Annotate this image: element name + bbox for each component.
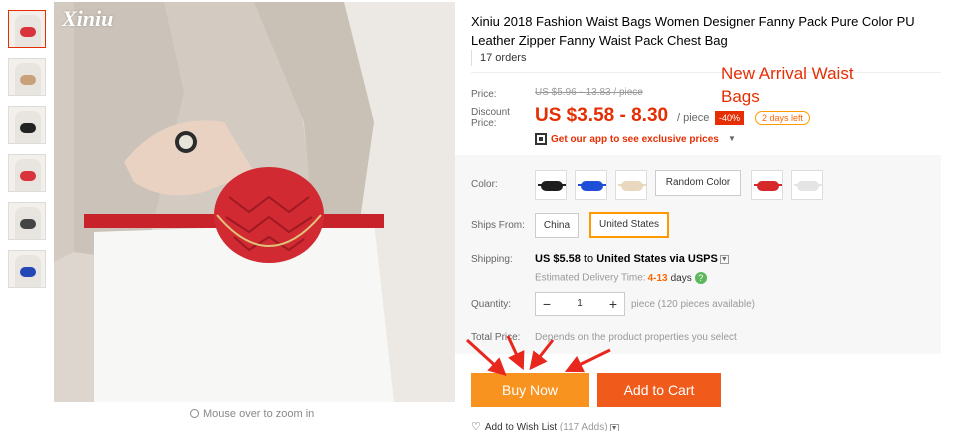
swatch-bag	[797, 181, 819, 191]
wish-list-label: Add to Wish List	[484, 422, 558, 431]
quantity-input[interactable]: 1	[558, 293, 602, 315]
shipping-to: to	[583, 253, 594, 265]
wish-list-link[interactable]: ♡ Add to Wish List (117 Adds) ▼	[471, 420, 619, 431]
swatch-bag	[757, 181, 779, 191]
wish-count: (117 Adds)	[559, 422, 608, 431]
color-label: Color:	[471, 179, 498, 190]
chevron-down-icon[interactable]: ▼	[728, 134, 736, 143]
thumbnail-2[interactable]	[8, 58, 46, 96]
qr-code-icon	[535, 133, 547, 145]
delivery-unit: days	[670, 272, 692, 284]
color-option-beige[interactable]	[615, 170, 647, 200]
decrease-quantity-button[interactable]: −	[536, 293, 558, 315]
promo-annotation: New Arrival Waist Bags	[721, 64, 854, 106]
shipping-dropdown-icon[interactable]: ▼	[719, 254, 729, 264]
color-option-white[interactable]	[791, 170, 823, 200]
brand-watermark: Xiniu	[62, 6, 114, 31]
days-left-badge: 2 days left	[755, 111, 811, 125]
shipping-destination: United States via USPS	[596, 253, 718, 265]
product-photo	[54, 2, 455, 402]
color-option-black[interactable]	[535, 170, 567, 200]
quantity-label: Quantity:	[471, 299, 512, 310]
thumbnail-bag	[20, 27, 36, 37]
shipping-info: US $5.58 to United States via USPS ▼	[535, 253, 729, 265]
order-count[interactable]: 17 orders	[471, 50, 526, 66]
discount-label: Discount	[471, 107, 510, 118]
price-unit: / piece	[677, 112, 710, 124]
main-product-image[interactable]: Xiniu	[54, 2, 455, 402]
delivery-label: Estimated Delivery Time:	[535, 272, 646, 284]
quantity-stepper: − 1 +	[535, 292, 625, 316]
discount-badge: -40%	[715, 111, 745, 125]
color-option-blue[interactable]	[575, 170, 607, 200]
price-label: Price:	[471, 89, 497, 100]
chevron-down-icon[interactable]: ▼	[609, 424, 619, 431]
pieces-available: piece (120 pieces available)	[631, 299, 755, 310]
thumbnail-bag	[20, 75, 36, 85]
thumbnail-list	[8, 10, 46, 298]
thumbnail-6[interactable]	[8, 250, 46, 288]
delivery-range: 4-13	[647, 272, 668, 284]
shipping-label: Shipping:	[471, 254, 513, 265]
thumbnail-bag	[20, 267, 36, 277]
thumbnail-5[interactable]	[8, 202, 46, 240]
shipping-cost: US $5.58	[535, 253, 581, 265]
magnifier-icon	[190, 409, 199, 418]
current-price: US $3.58 - 8.30	[535, 105, 669, 126]
ships-from-united-states[interactable]: United States	[589, 212, 669, 238]
arrow-4	[564, 348, 611, 373]
delivery-estimate: Estimated Delivery Time: 4-13 days?	[535, 272, 707, 284]
color-option-random[interactable]: Random Color	[655, 170, 741, 196]
arrow-1	[465, 338, 507, 377]
thumbnail-4[interactable]	[8, 154, 46, 192]
arrow-2	[506, 335, 525, 371]
swatch-bag	[541, 181, 563, 191]
product-title: Xiniu 2018 Fashion Waist Bags Women Desi…	[471, 14, 915, 48]
increase-quantity-button[interactable]: +	[602, 293, 624, 315]
zoom-hint: Mouse over to zoom in	[190, 408, 314, 420]
arrow-3	[529, 339, 555, 371]
app-promo-link[interactable]: Get our app to see exclusive prices	[551, 134, 719, 145]
thumbnail-bag	[20, 219, 36, 229]
ships-from-label: Ships From:	[471, 220, 525, 231]
color-option-red[interactable]	[751, 170, 783, 200]
help-icon[interactable]: ?	[694, 272, 707, 284]
original-price: US $5.96 - 13.83 / piece	[535, 87, 643, 98]
thumbnail-bag	[20, 171, 36, 181]
ships-from-china[interactable]: China	[535, 213, 579, 238]
annotation-arrows	[465, 335, 611, 377]
swatch-bag	[621, 181, 643, 191]
thumbnail-1[interactable]	[8, 10, 46, 48]
thumbnail-3[interactable]	[8, 106, 46, 144]
heart-icon: ♡	[471, 421, 481, 431]
zoom-hint-text: Mouse over to zoom in	[203, 408, 315, 420]
discount-label-2: Price:	[471, 118, 497, 129]
thumbnail-bag	[20, 123, 36, 133]
swatch-bag	[581, 181, 603, 191]
